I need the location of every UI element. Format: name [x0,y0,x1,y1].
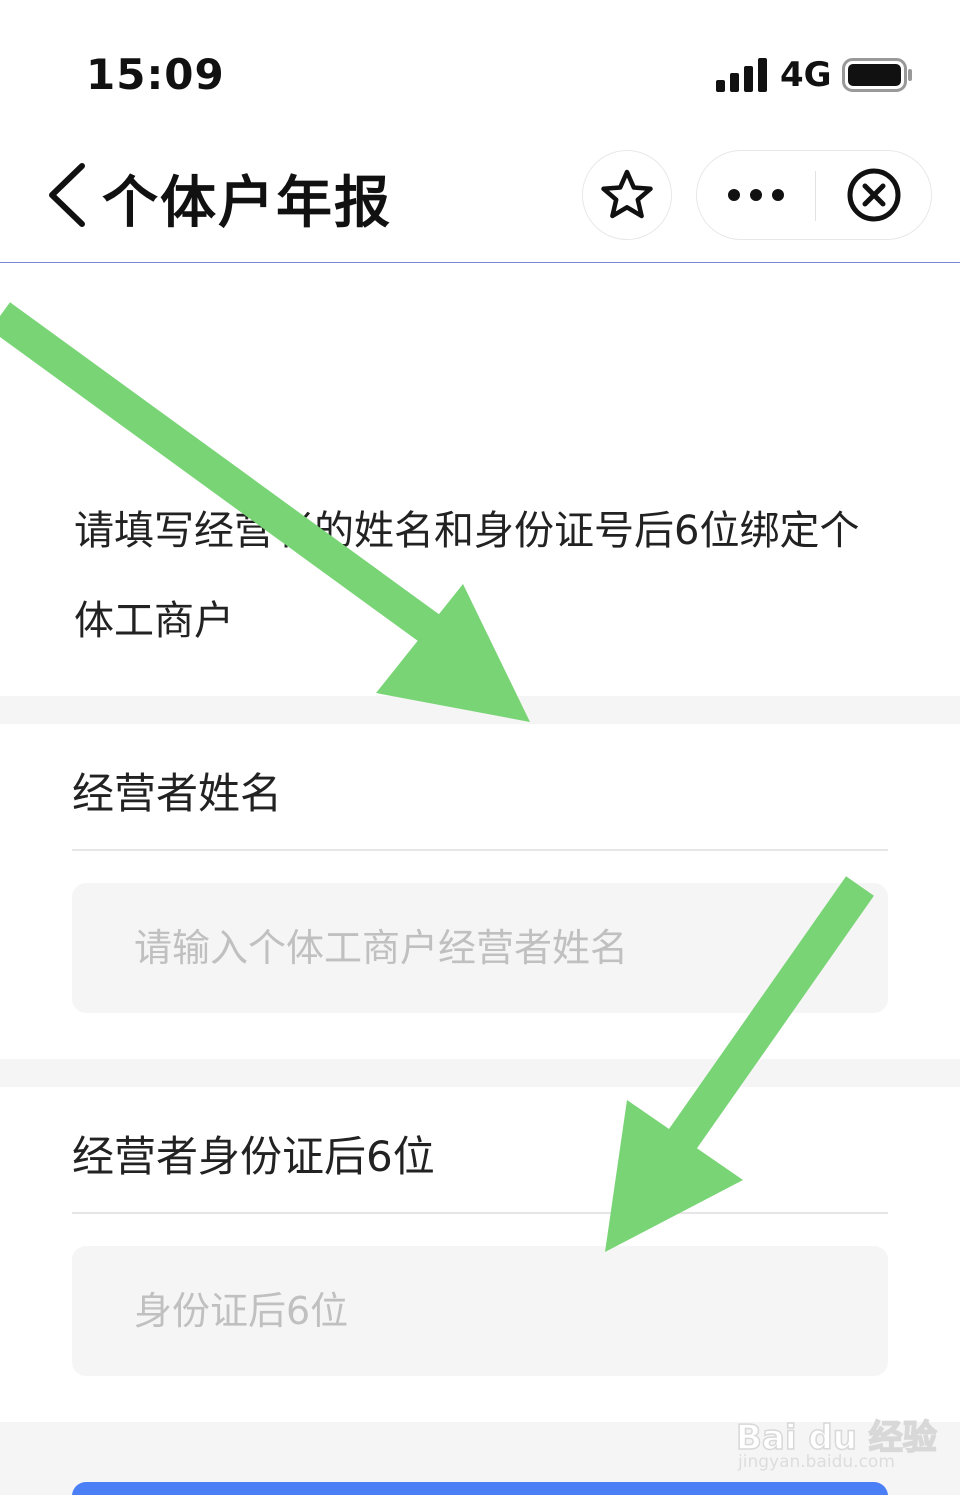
id-field-label: 经营者身份证后6位 [72,1132,435,1181]
name-field-label: 经营者姓名 [72,769,283,818]
section-gap [0,1059,960,1087]
field-divider [72,1212,888,1214]
nav-bar: 个体户年报 [0,130,960,263]
favorite-button[interactable] [582,150,672,240]
more-button[interactable] [697,151,815,239]
status-bar: 15:09 4G [0,0,960,130]
name-input[interactable] [72,883,888,1013]
baidu-watermark-url: jingyan.baidu.com [738,1452,895,1472]
chevron-left-icon[interactable] [40,160,90,230]
status-time: 15:09 [86,50,225,99]
field-divider [72,849,888,851]
submit-button[interactable] [72,1482,888,1495]
network-type-label: 4G [780,55,832,95]
star-icon [601,169,653,219]
id-last6-input[interactable] [72,1246,888,1376]
close-circle-icon [847,168,901,222]
intro-text: 请填写经营者的姓名和身份证号后6位绑定个体工商户 [74,508,860,644]
battery-icon [842,58,912,92]
mini-program-capsule [696,150,932,240]
section-gap [0,696,960,724]
signal-strength-icon [716,58,767,92]
more-dots-icon [728,189,784,201]
close-button[interactable] [816,151,932,239]
page-title: 个体户年报 [102,171,392,236]
